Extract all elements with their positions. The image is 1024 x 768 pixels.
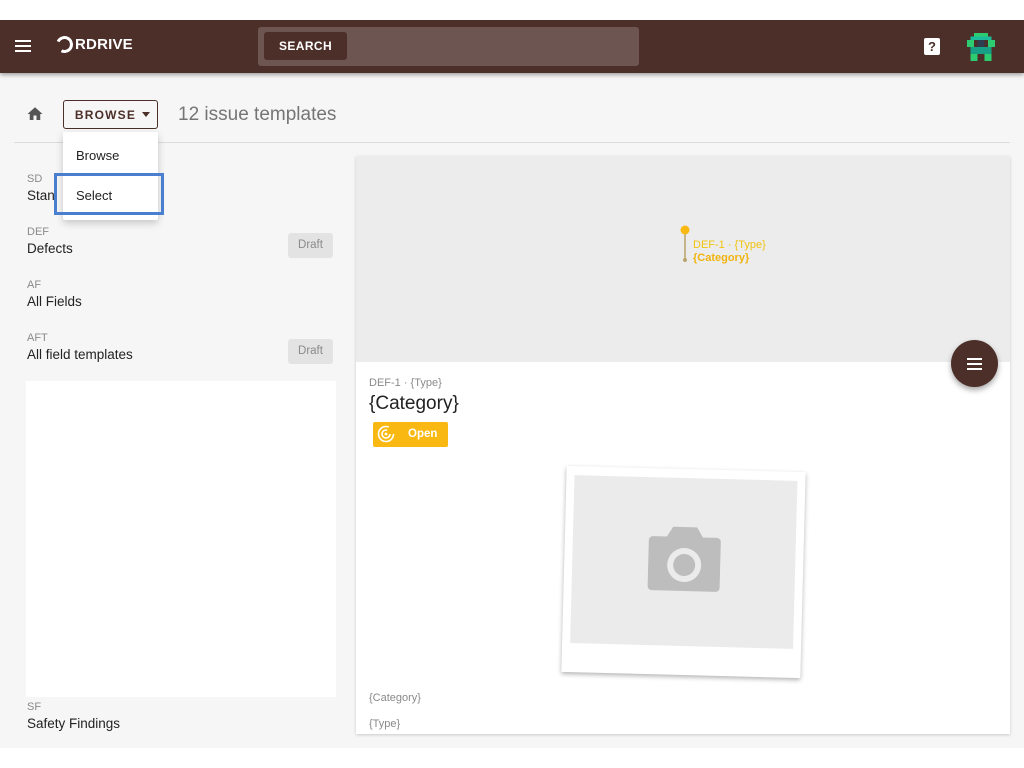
- template-code: SD: [27, 173, 43, 185]
- browse-button-label: BROWSE: [74, 107, 137, 122]
- app-window: RDRIVE SEARCH ? BROWSE 12 issue template…: [0, 20, 1024, 748]
- field-type: {Type}: [369, 718, 401, 730]
- page-title: 12 issue templates: [178, 104, 337, 125]
- field-category: {Category}: [369, 692, 421, 704]
- menu-icon[interactable]: [15, 40, 31, 52]
- template-preview-card: DEF-1 · {Type} {Category} DEF-1 · {Type}…: [356, 156, 1010, 734]
- template-code: DEF: [27, 226, 49, 238]
- browse-dropdown-menu: Browse Select: [63, 132, 158, 220]
- list-empty-panel: [26, 381, 336, 697]
- fab-menu-button[interactable]: [951, 340, 998, 387]
- status-badge[interactable]: Open: [373, 422, 448, 447]
- avatar[interactable]: [967, 33, 995, 61]
- template-code: AFT: [27, 332, 48, 344]
- template-code: AF: [27, 279, 42, 291]
- list-item[interactable]: SF Safety Findings: [14, 701, 344, 748]
- top-app-bar: RDRIVE SEARCH ?: [0, 20, 1024, 73]
- caret-down-icon: [142, 112, 151, 117]
- map-label-category: {Category}: [693, 252, 750, 264]
- status-label: Open: [408, 428, 438, 440]
- draft-badge: Draft: [288, 233, 333, 258]
- issue-title: {Category}: [369, 393, 459, 414]
- app-logo[interactable]: RDRIVE: [53, 33, 133, 56]
- help-icon[interactable]: ?: [924, 38, 940, 55]
- search-button[interactable]: SEARCH: [264, 32, 347, 60]
- camera-icon: [647, 526, 721, 592]
- search-bar: SEARCH: [258, 27, 639, 66]
- template-name: All field templates: [27, 347, 133, 362]
- map-label-ref: DEF-1 · {Type}: [693, 239, 766, 251]
- list-item[interactable]: DEF Defects Draft: [14, 226, 344, 276]
- list-item[interactable]: AFT All field templates Draft: [14, 332, 344, 382]
- map-pin-icon[interactable]: [680, 225, 690, 263]
- template-code: SF: [27, 701, 42, 713]
- photo-placeholder[interactable]: [561, 465, 806, 679]
- menu-item-browse[interactable]: Browse: [76, 148, 119, 163]
- map-preview[interactable]: DEF-1 · {Type} {Category}: [356, 156, 1010, 362]
- template-name: Safety Findings: [27, 716, 121, 731]
- template-name: Defects: [27, 241, 73, 256]
- photo-frame: [570, 475, 798, 649]
- logo-mark-icon: [53, 33, 76, 56]
- search-input[interactable]: [354, 32, 632, 60]
- browse-dropdown-button[interactable]: BROWSE: [63, 100, 158, 129]
- divider: [14, 142, 1010, 143]
- status-open-icon: [377, 425, 395, 443]
- menu-item-select[interactable]: Select: [76, 188, 112, 203]
- logo-text: RDRIVE: [75, 36, 133, 53]
- template-name: All Fields: [27, 294, 82, 309]
- home-icon[interactable]: [26, 105, 44, 123]
- issue-ref: DEF-1 · {Type}: [369, 377, 442, 389]
- list-item[interactable]: AF All Fields: [14, 279, 344, 329]
- draft-badge: Draft: [288, 339, 333, 364]
- template-name: Stan: [27, 188, 55, 203]
